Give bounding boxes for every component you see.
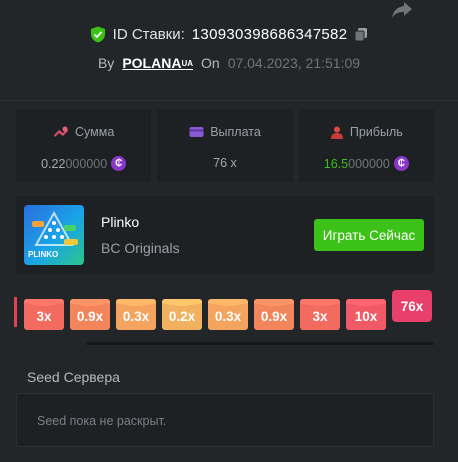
- stat-amount-main: 0.22: [41, 156, 66, 171]
- stat-payout: Выплата 76 x: [157, 109, 293, 182]
- author-line: By POLANAUA On 07.04.2023, 21:51:09: [0, 55, 458, 71]
- stat-profit-title: Прибыль: [299, 125, 434, 139]
- username-suffix: UA: [181, 59, 193, 68]
- thumbnail-title: PLINKO: [28, 250, 59, 259]
- wallet-icon: [189, 127, 204, 137]
- multiplier-bucket: 0.9x: [70, 299, 110, 330]
- multiplier-bucket: 0.9x: [254, 299, 294, 330]
- bet-id-value: 130930398686347582: [191, 26, 348, 43]
- stat-amount-value: 0.22000000 ₵: [16, 156, 151, 171]
- profit-icon: [330, 126, 343, 139]
- bc-coin-icon: ₵: [111, 156, 127, 171]
- stat-payout-main: 76 x: [213, 156, 237, 170]
- bet-id-line: ID Ставки: 130930398686347582: [0, 26, 458, 43]
- multiplier-row: 3x 0.9x 0.3x 0.2x 0.3x 0.9x 3x 10x 76x: [14, 290, 434, 332]
- username-text: POLANA: [122, 55, 182, 71]
- bet-header: ID Ставки: 130930398686347582 By POLANAU…: [0, 26, 458, 71]
- bet-stats: Сумма 0.22000000 ₵ Выплата 76 x Прибыль: [16, 109, 434, 182]
- plinko-thumbnail[interactable]: PLINKO: [24, 205, 84, 265]
- multiplier-bucket: 0.3x: [116, 299, 156, 330]
- horizontal-scrollbar[interactable]: [86, 342, 434, 345]
- multiplier-bucket: 10x: [346, 299, 386, 330]
- multiplier-bucket: 0.3x: [208, 299, 248, 330]
- game-provider: BC Originals: [101, 240, 180, 256]
- stat-profit-value: 16.5000000 ₵: [299, 156, 434, 171]
- bet-datetime: 07.04.2023, 21:51:09: [227, 55, 361, 71]
- stat-amount-label: Сумма: [75, 125, 115, 139]
- bc-coin-icon: ₵: [393, 156, 409, 171]
- username-link[interactable]: POLANAUA: [122, 55, 193, 71]
- multiplier-bucket-hit: 76x: [392, 290, 432, 322]
- stat-payout-value: 76 x: [157, 156, 292, 170]
- stat-amount-dim: 000000: [65, 156, 108, 171]
- by-label: By: [97, 55, 115, 71]
- stat-amount-title: Сумма: [16, 125, 151, 139]
- play-now-button[interactable]: Играть Сейчас: [314, 219, 424, 251]
- bet-id-label: ID Ставки:: [112, 26, 185, 43]
- stat-profit-dim: 000000: [348, 156, 390, 171]
- stat-payout-title: Выплата: [157, 125, 292, 139]
- copy-icon[interactable]: [354, 27, 368, 42]
- stat-profit-label: Прибыль: [349, 125, 403, 139]
- multiplier-bucket: 3x: [24, 299, 64, 330]
- verified-shield-icon: [90, 26, 105, 43]
- stat-profit: Прибыль 16.5000000 ₵: [298, 109, 434, 182]
- game-name[interactable]: Plinko: [101, 214, 139, 230]
- stat-profit-main: 16.5: [323, 156, 349, 171]
- multiplier-bucket: 0.2x: [162, 299, 202, 330]
- server-seed-field: Seed пока не раскрыт.: [16, 393, 434, 447]
- stat-payout-label: Выплата: [210, 125, 261, 139]
- coins-icon: [54, 126, 69, 137]
- share-icon[interactable]: [390, 0, 414, 20]
- row-start-marker: [14, 297, 17, 327]
- header-divider: [0, 100, 458, 101]
- multiplier-bucket: 3x: [300, 299, 340, 330]
- game-card: PLINKO Plinko BC Originals Играть Сейчас: [16, 196, 434, 274]
- stat-amount: Сумма 0.22000000 ₵: [16, 109, 152, 182]
- on-label: On: [201, 55, 220, 71]
- server-seed-label: Seed Сервера: [27, 369, 120, 385]
